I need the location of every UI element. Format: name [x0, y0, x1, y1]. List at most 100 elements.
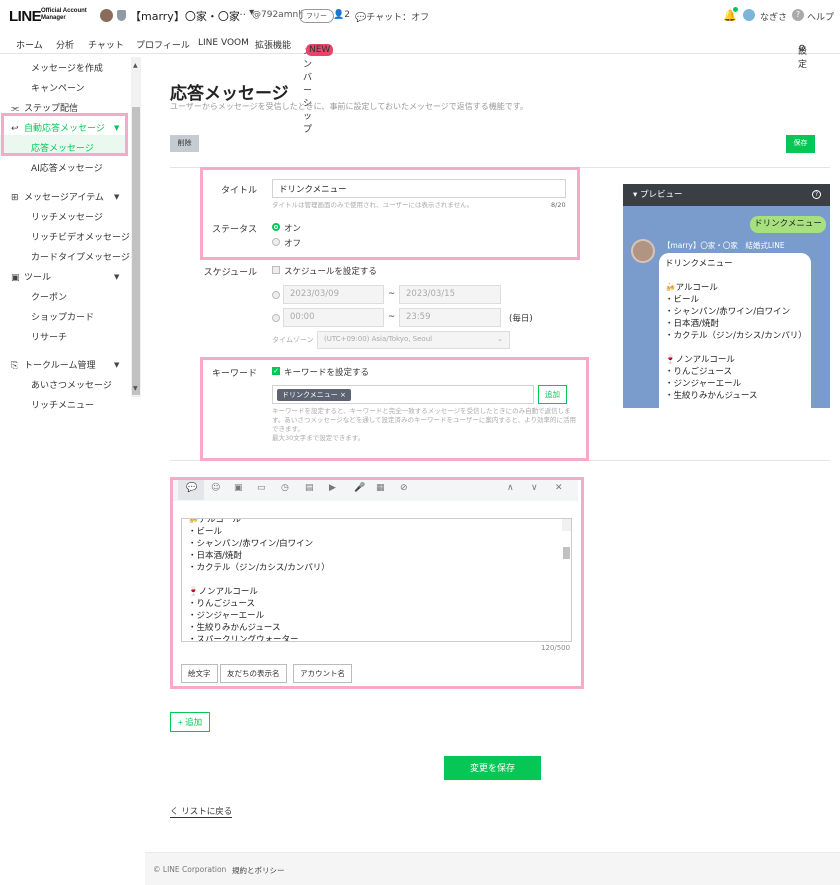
- title-input[interactable]: ドリンクメニュー: [272, 179, 566, 198]
- chevron-down-icon[interactable]: ▼: [114, 193, 119, 201]
- schedule-checkbox[interactable]: [272, 266, 280, 274]
- poll-icon[interactable]: ◷: [281, 483, 289, 493]
- back-to-list-link[interactable]: く リストに戻る: [170, 805, 233, 818]
- chat-bubble-icon: 💬: [355, 13, 367, 23]
- step-icon: ⫘: [11, 104, 20, 114]
- terms-link[interactable]: 規約とポリシー: [232, 865, 285, 876]
- shield-icon: [117, 10, 126, 21]
- account-name[interactable]: 【marry】〇家・〇家: [130, 8, 240, 24]
- sidebar-item-step[interactable]: ⫘ ステップ配信: [11, 101, 78, 114]
- time-tilde: ~: [388, 312, 396, 322]
- schedule-checkbox-label[interactable]: スケジュールを設定する: [284, 265, 377, 277]
- sticker-icon[interactable]: ☺: [211, 483, 220, 493]
- question-icon[interactable]: ?: [812, 190, 821, 199]
- time-radio[interactable]: [272, 314, 280, 322]
- video-icon[interactable]: ▤: [305, 483, 314, 493]
- status-off-label[interactable]: オフ: [284, 237, 301, 249]
- account-avatar[interactable]: [100, 9, 113, 22]
- date-start-input[interactable]: 2023/03/09: [283, 285, 384, 304]
- chevron-down-icon[interactable]: ▼: [114, 361, 119, 369]
- add-message-button[interactable]: + 追加: [170, 712, 210, 732]
- sidebar-item-ai-reply[interactable]: AI応答メッセージ: [31, 161, 103, 174]
- sidebar-item-shop-card[interactable]: ショップカード: [31, 310, 94, 323]
- sidebar-item-greeting[interactable]: あいさつメッセージ: [31, 378, 112, 391]
- chat-status[interactable]: 💬チャット：オフ: [355, 10, 429, 23]
- preview-header[interactable]: ▾ プレビュー: [623, 184, 830, 206]
- close-icon[interactable]: ✕: [555, 483, 563, 493]
- tab-chat[interactable]: チャット: [88, 38, 124, 51]
- keyword-checkbox-label[interactable]: キーワードを設定する: [284, 366, 369, 378]
- tools-icon: ▣: [11, 273, 20, 283]
- timezone-select[interactable]: (UTC+09:00) Asia/Tokyo, Seoul ⌄: [317, 331, 510, 349]
- text-message-icon[interactable]: 💬: [186, 483, 197, 493]
- user-avatar[interactable]: [743, 9, 755, 21]
- chevron-down-icon[interactable]: ▼: [114, 273, 119, 281]
- user-name[interactable]: なぎさ: [760, 10, 787, 23]
- status-on-label[interactable]: オン: [284, 222, 301, 234]
- time-end-input[interactable]: 23:59: [399, 308, 501, 327]
- sidebar-item-create-message[interactable]: メッセージを作成: [31, 61, 103, 74]
- help-link[interactable]: ヘルプ: [807, 10, 834, 23]
- title-label: タイトル: [220, 186, 257, 196]
- textarea-scrollbar[interactable]: [562, 519, 571, 531]
- help-icon[interactable]: ?: [792, 9, 804, 21]
- card-icon[interactable]: ▦: [376, 483, 385, 493]
- sidebar-item-research[interactable]: リサーチ: [31, 330, 67, 343]
- date-end-input[interactable]: 2023/03/15: [399, 285, 501, 304]
- sidebar-item-message-items[interactable]: ⊞ メッセージアイテム: [11, 190, 104, 203]
- sidebar-item-rich-message[interactable]: リッチメッセージ: [31, 210, 103, 223]
- sidebar-item-rich-menu[interactable]: リッチメニュー: [31, 398, 94, 411]
- status-off-radio[interactable]: [272, 238, 280, 246]
- scroll-up-arrow-icon[interactable]: ▲: [133, 62, 138, 69]
- sidebar-item-auto-reply[interactable]: ↩ 自動応答メッセージ: [11, 121, 105, 134]
- emoji-button[interactable]: 絵文字: [181, 664, 218, 683]
- user-message-bubble: ドリンクメニュー: [750, 216, 826, 233]
- keyword-label: キーワード: [211, 369, 257, 379]
- scroll-down-arrow-icon[interactable]: ▼: [133, 385, 138, 392]
- status-on-radio[interactable]: [272, 223, 280, 231]
- save-changes-button[interactable]: 変更を保存: [444, 756, 541, 780]
- sidebar-item-reply-message[interactable]: 応答メッセージ: [31, 141, 94, 154]
- sidebar-item-campaign[interactable]: キャンペーン: [31, 81, 85, 94]
- time-start-input[interactable]: 00:00: [283, 308, 384, 327]
- sidebar-item-rich-video[interactable]: リッチビデオメッセージ: [31, 230, 130, 243]
- textarea-scroll-thumb[interactable]: [563, 547, 570, 559]
- delete-button[interactable]: 削除: [170, 135, 199, 152]
- voice-icon[interactable]: 🎤: [354, 483, 365, 493]
- line-logo[interactable]: LINE: [9, 8, 42, 25]
- keyword-tag[interactable]: ドリンクメニュー ×: [277, 389, 351, 401]
- image-icon[interactable]: ▣: [234, 483, 243, 493]
- chevron-down-icon[interactable]: ∨: [531, 483, 538, 493]
- tab-extensions[interactable]: 拡張機能: [255, 38, 291, 51]
- chevron-down-icon[interactable]: ▼: [114, 124, 119, 132]
- sidebar-item-card-type[interactable]: カードタイプメッセージ: [31, 250, 130, 263]
- tab-line-voom[interactable]: LINE VOOM: [198, 38, 249, 48]
- compass-icon[interactable]: ⊘: [400, 483, 408, 493]
- keyword-checkbox[interactable]: ✓: [272, 367, 280, 375]
- sidebar-item-talkroom[interactable]: ⎘ トークルーム管理: [11, 358, 95, 371]
- plan-badge: フリー: [299, 9, 334, 23]
- title-hint: タイトルは管理画面のみで使用され、ユーザーには表示されません。: [272, 201, 474, 209]
- reply-message-bubble: ドリンクメニュー 🍻アルコール ・ビール ・シャンパン/赤ワイン/白ワイン ・日…: [659, 253, 811, 408]
- coupon-icon[interactable]: ▭: [257, 483, 266, 493]
- sidebar-scroll-thumb[interactable]: [132, 107, 140, 395]
- message-textarea[interactable]: 🍻アルコール ・ビール ・シャンパン/赤ワイン/白ワイン ・日本酒/焼酎 ・カク…: [181, 518, 572, 642]
- notification-dot: [733, 7, 738, 12]
- date-radio[interactable]: [272, 291, 280, 299]
- keyword-help-2: す。あいさつメッセージなどを通して設定済みのキーワードをユーザーに案内すると、よ…: [272, 416, 577, 424]
- sidebar-item-tools[interactable]: ▣ ツール: [11, 270, 51, 283]
- message-editor: 💬 ☺ ▣ ▭ ◷ ▤ ▶ 🎤 ▦ ⊘ ∧ ∨ ✕ 🍻アルコール ・ビール ・シ…: [171, 477, 578, 690]
- preview-panel: ▾ プレビュー ? ドリンクメニュー 【marry】〇家・〇家 結婚式LINE …: [623, 184, 830, 408]
- tab-analytics[interactable]: 分析: [56, 38, 74, 51]
- tab-profile[interactable]: プロフィール: [136, 38, 190, 51]
- keyword-help-3: できます。: [272, 425, 304, 433]
- sidebar-item-coupon[interactable]: クーポン: [31, 290, 67, 303]
- close-icon[interactable]: ×: [340, 391, 346, 399]
- account-name-button[interactable]: アカウント名: [293, 664, 352, 683]
- chevron-up-icon[interactable]: ∧: [507, 483, 514, 493]
- logo-subtitle: Official Account Manager: [41, 8, 87, 21]
- rich-video-icon[interactable]: ▶: [329, 483, 336, 493]
- keyword-add-button[interactable]: 追加: [538, 385, 567, 404]
- friend-name-button[interactable]: 友だちの表示名: [220, 664, 287, 683]
- save-button[interactable]: 保存: [786, 135, 815, 153]
